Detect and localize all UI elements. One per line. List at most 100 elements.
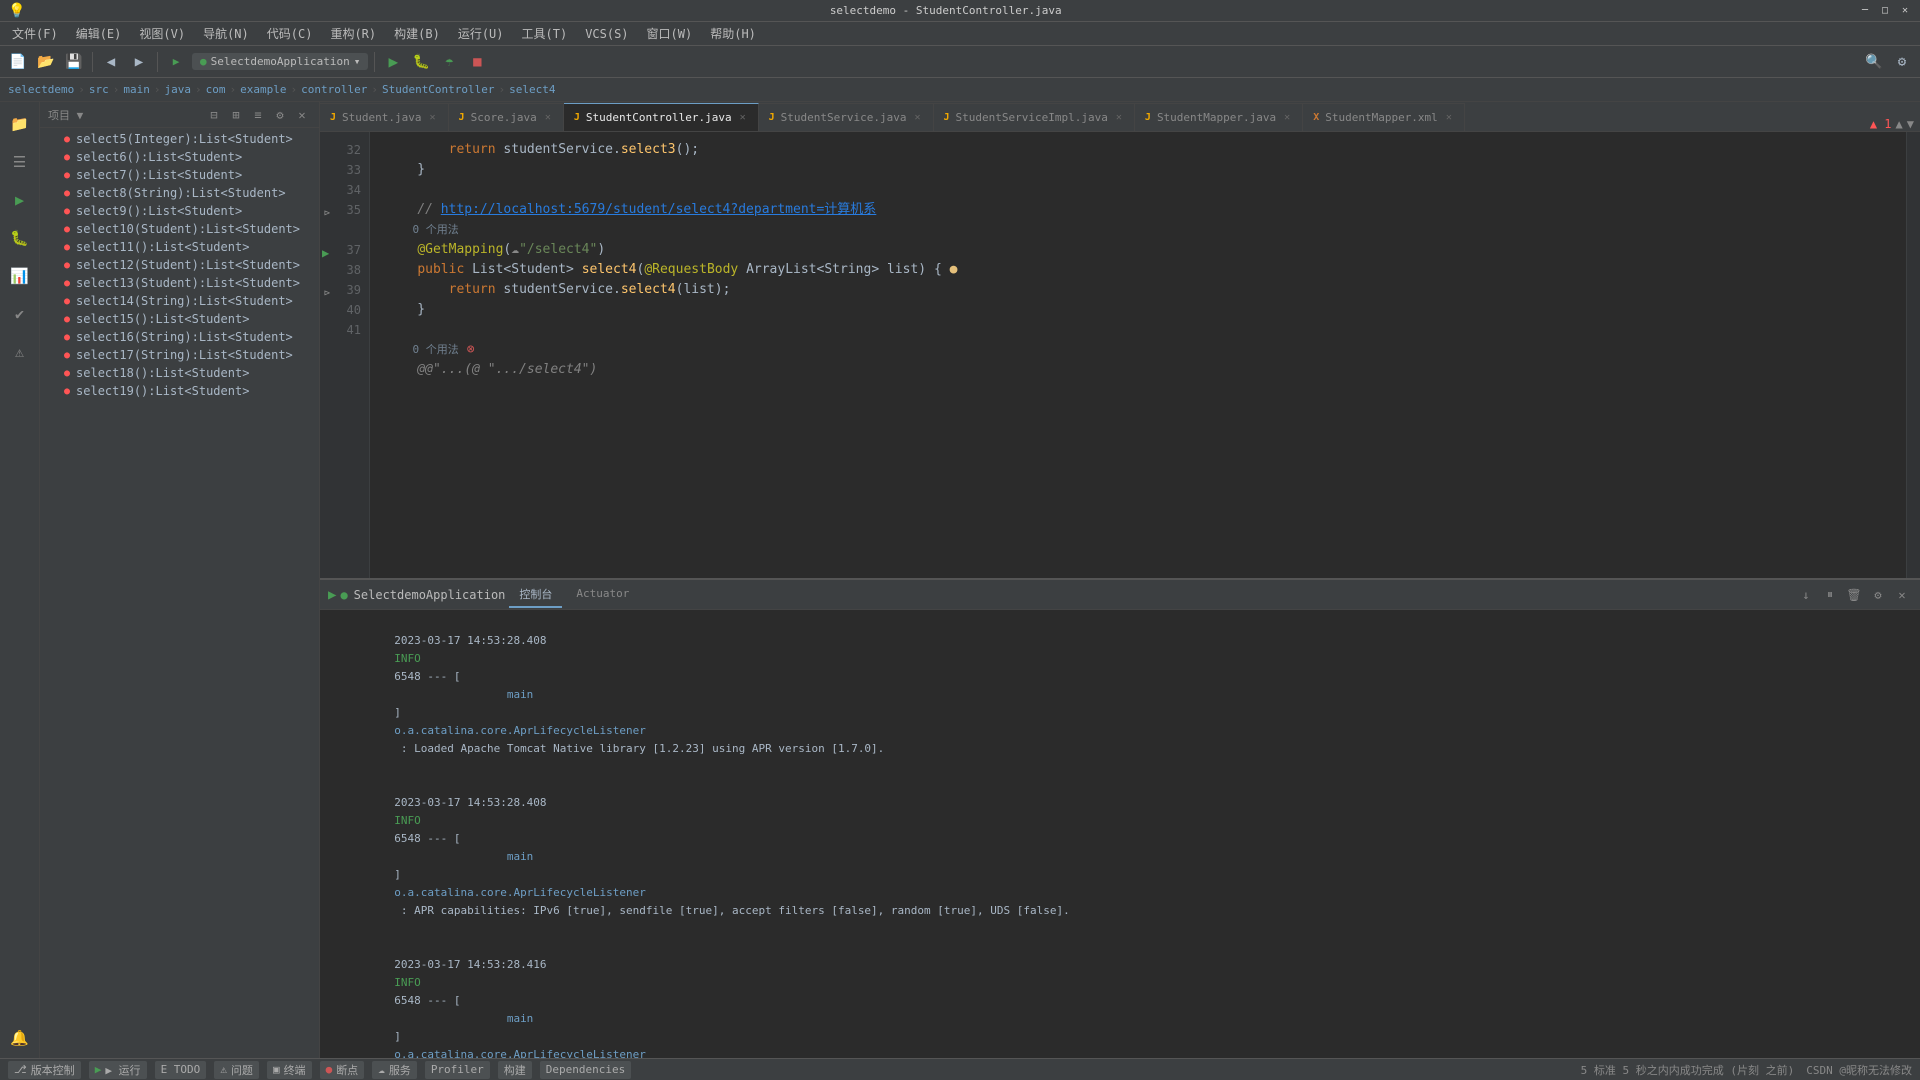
breadcrumb-src[interactable]: src [89,83,109,96]
minimize-button[interactable]: ─ [1858,4,1872,18]
breadcrumb-method[interactable]: select4 [509,83,555,96]
terminal-button[interactable]: ▣ 终端 [267,1061,312,1079]
open-button[interactable]: 📂 [34,50,58,74]
back-button[interactable]: ◀ [99,50,123,74]
tab-student-java[interactable]: J Student.java ✕ [320,103,449,131]
clear-console-button[interactable]: 🗑 [1844,585,1864,605]
breadcrumb-project[interactable]: selectdemo [8,83,74,96]
sidebar-item-select18[interactable]: ● select18():List<Student> [40,364,319,382]
menu-build[interactable]: 构建(B) [386,23,448,44]
bottom-tab-console[interactable]: 控制台 [509,582,562,608]
tab-close-mapper[interactable]: ✕ [1282,112,1292,123]
sidebar-item-select8[interactable]: ● select8(String):List<Student> [40,184,319,202]
menu-tools[interactable]: 工具(T) [514,23,576,44]
sidebar-item-select13[interactable]: ● select13(Student):List<Student> [40,274,319,292]
menu-edit[interactable]: 编辑(E) [68,23,130,44]
run-view-button[interactable]: ▶ [2,182,38,218]
sidebar-item-select19[interactable]: ● select19():List<Student> [40,382,319,400]
menu-view[interactable]: 视图(V) [131,23,193,44]
settings-button[interactable]: ⚙ [1890,50,1914,74]
tab-close-student[interactable]: ✕ [428,112,438,123]
problems-button[interactable]: ⚠ 问题 [214,1061,259,1079]
sidebar-item-select15[interactable]: ● select15():List<Student> [40,310,319,328]
run-status-button[interactable]: ▶ ▶ 运行 [89,1061,147,1079]
todo-view-button[interactable]: ✔ [2,296,38,332]
scroll-to-end-button[interactable]: ↓ [1796,585,1816,605]
sidebar-sort-button[interactable]: ≡ [249,106,267,124]
problems-view-button[interactable]: ⚠ [2,334,38,370]
menu-refactor[interactable]: 重构(R) [322,23,384,44]
tab-studentmapper-java[interactable]: J StudentMapper.java ✕ [1135,103,1303,131]
sidebar-item-select9[interactable]: ● select9():List<Student> [40,202,319,220]
tab-studentserviceimpl-java[interactable]: J StudentServiceImpl.java ✕ [934,103,1135,131]
new-file-button[interactable]: 📄 [6,50,30,74]
todo-button[interactable]: E TODO [155,1061,207,1079]
menu-file[interactable]: 文件(F) [4,23,66,44]
tab-close-controller[interactable]: ✕ [738,112,748,123]
save-button[interactable]: 💾 [62,50,86,74]
menu-window[interactable]: 窗口(W) [639,23,701,44]
breadcrumb-controller[interactable]: controller [301,83,367,96]
tab-studentservice-java[interactable]: J StudentService.java ✕ [759,103,934,131]
sidebar-item-select17[interactable]: ● select17(String):List<Student> [40,346,319,364]
code-content[interactable]: return studentService. select3 (); } // … [370,132,1906,578]
sidebar-item-select7[interactable]: ● select7():List<Student> [40,166,319,184]
debug-button[interactable]: 🐛 [409,50,433,74]
tab-scroll-down[interactable]: ▼ [1907,117,1914,131]
menu-run[interactable]: 运行(U) [450,23,512,44]
breadcrumb-class[interactable]: StudentController [382,83,495,96]
sidebar-item-select10[interactable]: ● select10(Student):List<Student> [40,220,319,238]
url-link[interactable]: http://localhost:5679/student/select4?de… [441,200,877,220]
bottom-console-content[interactable]: 2023-03-17 14:53:28.408 INFO 6548 --- [ … [320,610,1920,1058]
menu-help[interactable]: 帮助(H) [702,23,764,44]
breakpoints-button[interactable]: ● 断点 [320,1061,365,1079]
tab-close-score[interactable]: ✕ [543,112,553,123]
close-button[interactable]: ✕ [1898,4,1912,18]
sidebar-item-select16[interactable]: ● select16(String):List<Student> [40,328,319,346]
search-everywhere-button[interactable]: 🔍 [1862,50,1886,74]
menu-vcs[interactable]: VCS(S) [577,25,636,43]
profiler-view-button[interactable]: 📊 [2,258,38,294]
breadcrumb-com[interactable]: com [206,83,226,96]
sidebar-collapse-button[interactable]: ⊟ [205,106,223,124]
event-log-button[interactable]: 🔔 [2,1020,38,1056]
tab-close-xml[interactable]: ✕ [1444,112,1454,123]
forward-button[interactable]: ▶ [127,50,151,74]
sidebar-settings-button[interactable]: ⚙ [271,106,289,124]
commit-button[interactable]: ☰ [2,144,38,180]
git-branch-button[interactable]: ⎇ 版本控制 [8,1061,81,1079]
status-csdn[interactable]: CSDN @昵称无法修改 [1806,1062,1912,1078]
editor-scrollbar[interactable] [1906,132,1920,578]
tab-scroll-up[interactable]: ▲ [1896,117,1903,131]
close-console-button[interactable]: ✕ [1892,585,1912,605]
bottom-tab-actuator[interactable]: Actuator [566,583,639,606]
tab-close-impl[interactable]: ✕ [1114,112,1124,123]
sidebar-close-button[interactable]: ✕ [293,106,311,124]
build-button[interactable]: 构建 [498,1061,532,1079]
sidebar-item-select11[interactable]: ● select11():List<Student> [40,238,319,256]
maximize-button[interactable]: □ [1878,4,1892,18]
sidebar-item-select14[interactable]: ● select14(String):List<Student> [40,292,319,310]
tab-close-service[interactable]: ✕ [912,112,922,123]
stop-button[interactable]: ■ [465,50,489,74]
coverage-button[interactable]: ☂ [437,50,461,74]
services-button[interactable]: ☁ 服务 [372,1061,417,1079]
sidebar-item-select12[interactable]: ● select12(Student):List<Student> [40,256,319,274]
dependencies-button[interactable]: Dependencies [540,1061,631,1079]
menu-navigate[interactable]: 导航(N) [195,23,257,44]
tab-score-java[interactable]: J Score.java ✕ [449,103,564,131]
menu-code[interactable]: 代码(C) [259,23,321,44]
project-view-button[interactable]: 📁 [2,106,38,142]
breadcrumb-main[interactable]: main [123,83,150,96]
settings-console-button[interactable]: ⚙ [1868,585,1888,605]
profiler-button[interactable]: Profiler [425,1061,490,1079]
run-config-selector[interactable]: ● SelectdemoApplication ▾ [192,53,368,70]
pause-output-button[interactable]: ⏸ [1820,585,1840,605]
breadcrumb-example[interactable]: example [240,83,286,96]
tab-studentmapper-xml[interactable]: X StudentMapper.xml ✕ [1303,103,1465,131]
sidebar-item-select5[interactable]: ● select5(Integer):List<Student> [40,130,319,148]
tab-studentcontroller-java[interactable]: J StudentController.java ✕ [564,103,759,131]
run-button[interactable]: ▶ [381,50,405,74]
breadcrumb-java[interactable]: java [164,83,191,96]
debug-view-button[interactable]: 🐛 [2,220,38,256]
